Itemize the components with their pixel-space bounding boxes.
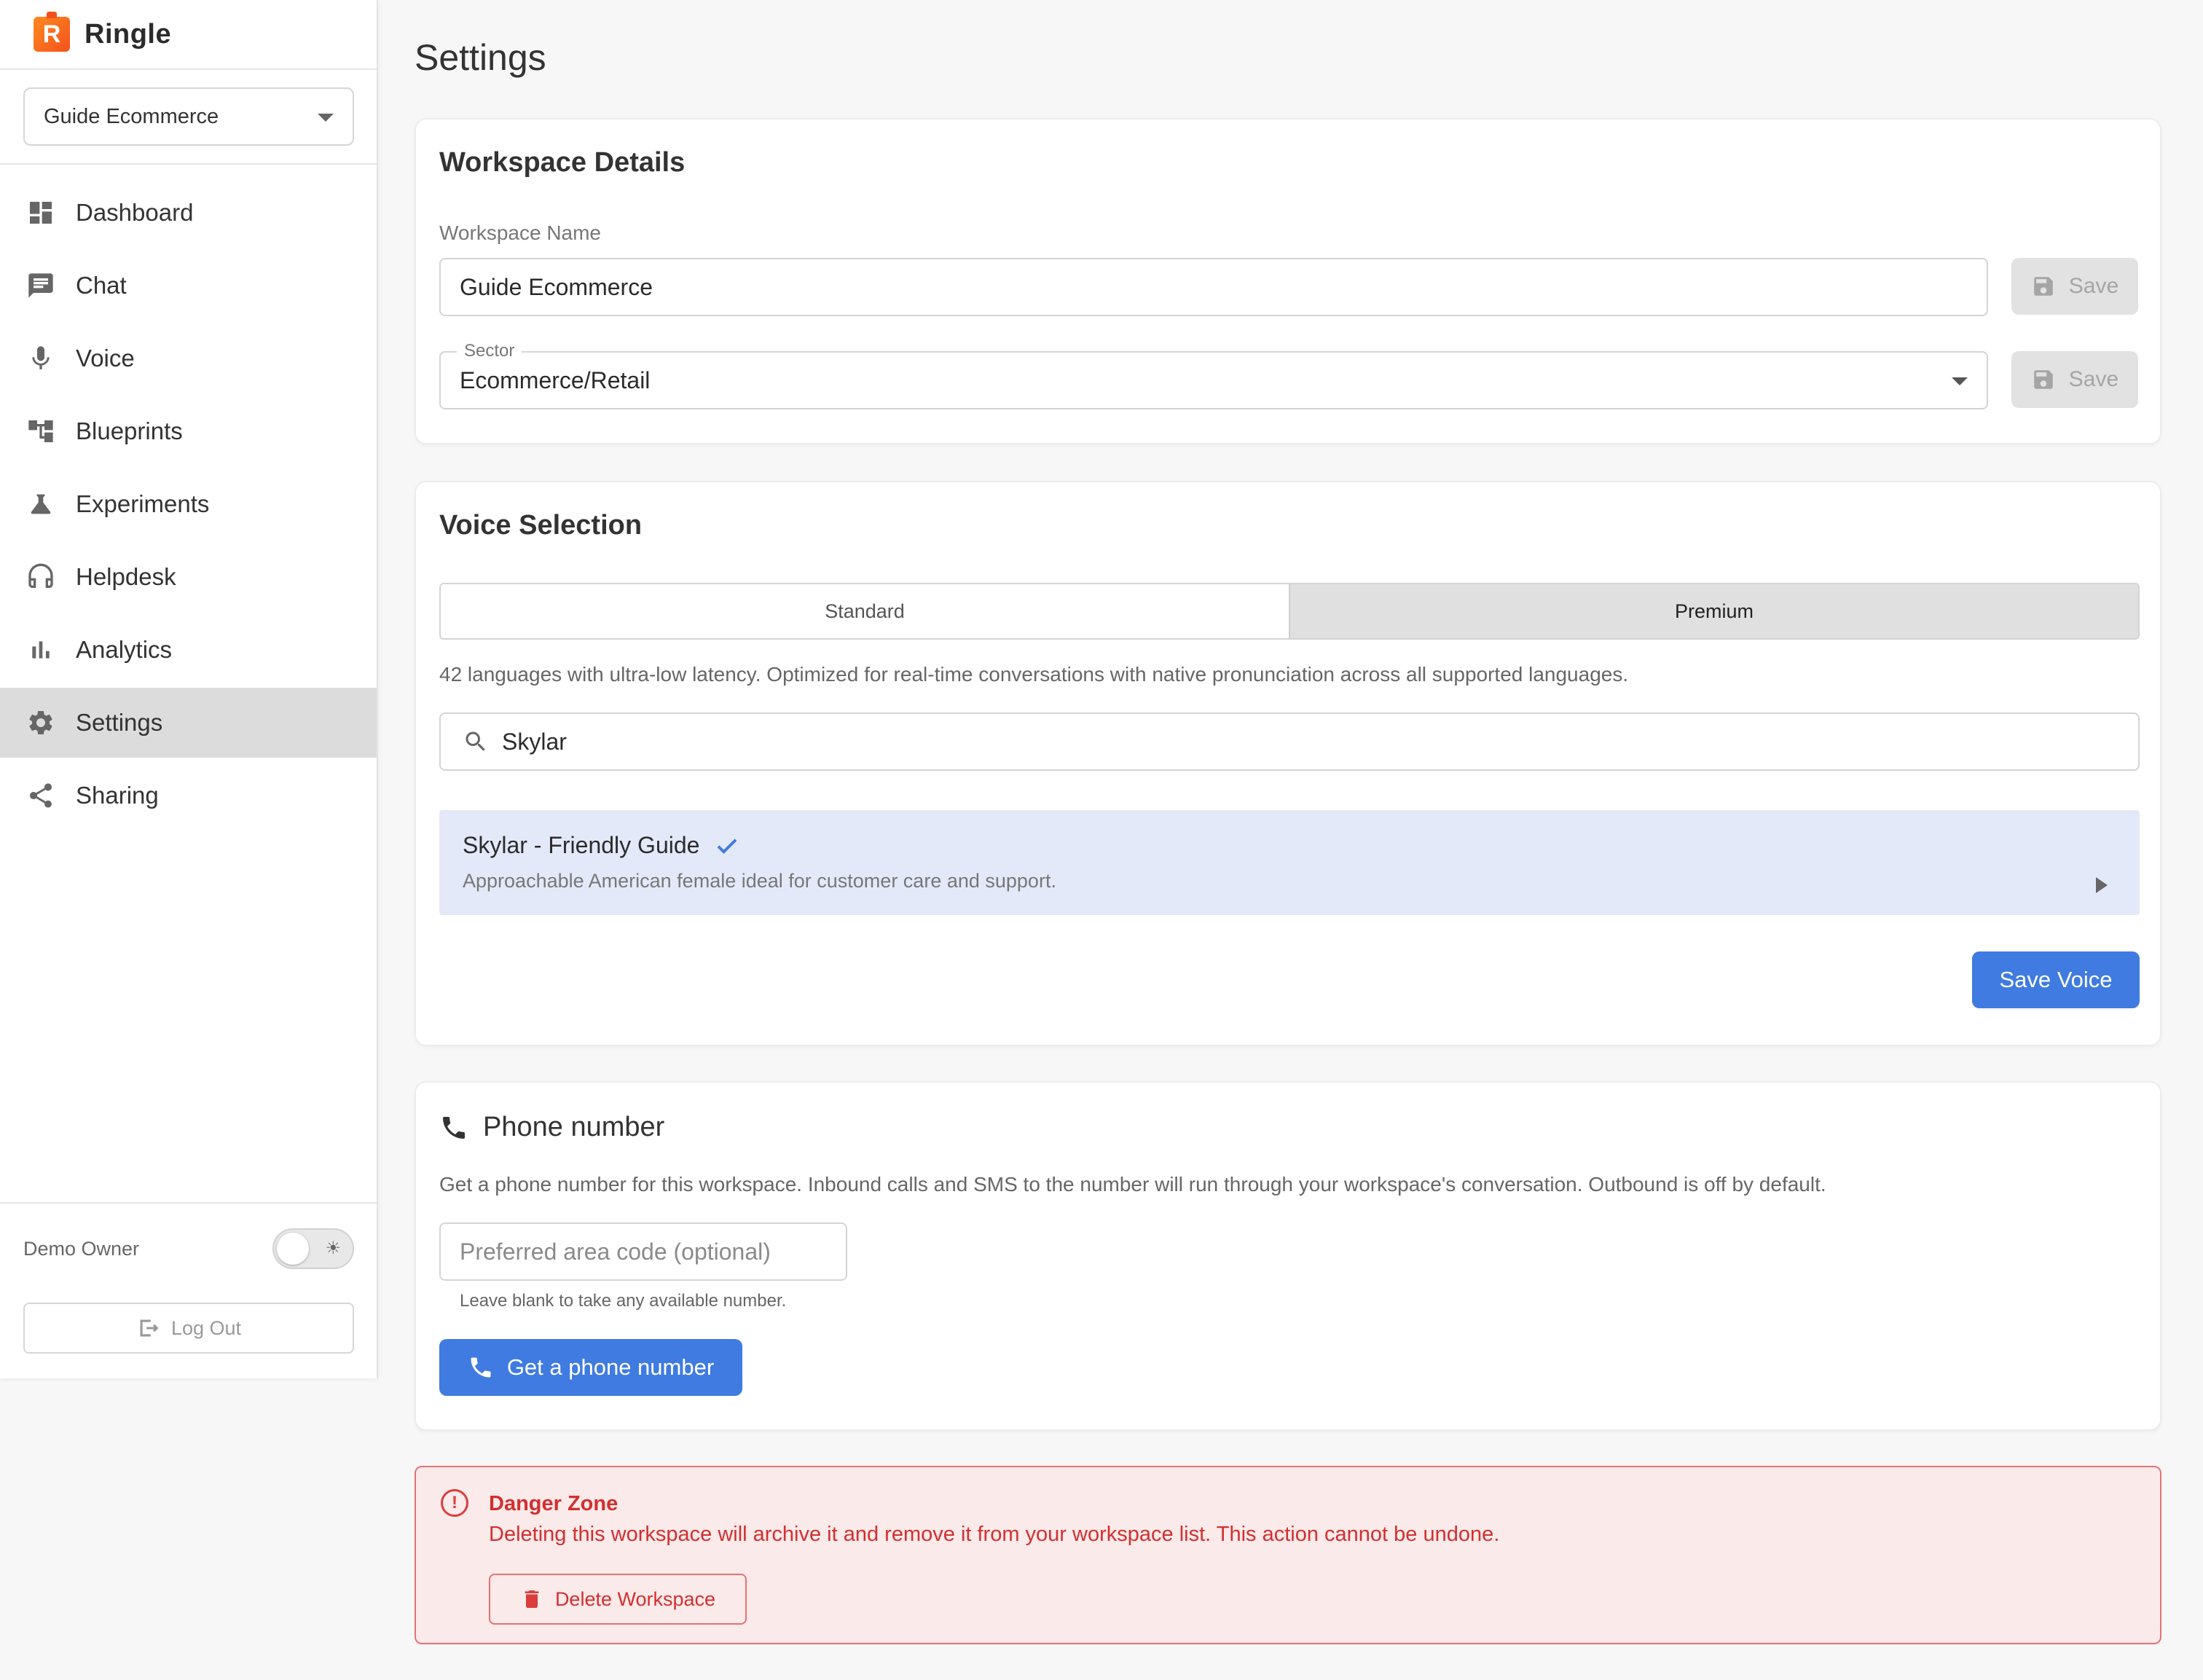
sidebar-item-label: Settings xyxy=(76,709,163,736)
voice-option-name: Skylar - Friendly Guide xyxy=(463,832,700,858)
danger-zone-text: Deleting this workspace will archive it … xyxy=(489,1523,1500,1546)
sidebar-item-settings[interactable]: Settings xyxy=(0,688,377,758)
headset-icon xyxy=(26,562,55,592)
tab-standard[interactable]: Standard xyxy=(441,584,1289,638)
sidebar-item-label: Sharing xyxy=(76,782,159,809)
phone-icon xyxy=(443,1116,465,1139)
sidebar-item-label: Experiments xyxy=(76,490,210,517)
user-row: Demo Owner ☀ xyxy=(23,1228,354,1269)
voice-selection-card: Voice Selection Standard Premium 42 lang… xyxy=(415,481,2161,1046)
save-label: Save xyxy=(2068,367,2119,391)
dashboard-icon xyxy=(26,198,55,227)
delete-workspace-button[interactable]: Delete Workspace xyxy=(489,1574,747,1625)
theme-toggle[interactable]: ☀ xyxy=(272,1228,354,1269)
phone-icon xyxy=(471,1357,491,1378)
save-sector-button[interactable]: Save xyxy=(2011,351,2138,408)
trash-icon xyxy=(525,1590,539,1608)
sidebar: R Ringle Guide Ecommerce Dashboard Chat xyxy=(0,0,378,1378)
workspace-selector-value: Guide Ecommerce xyxy=(44,104,219,128)
brand-logo: R xyxy=(34,12,70,52)
workspace-name-label: Workspace Name xyxy=(439,221,602,244)
voice-option-description: Approachable American female ideal for c… xyxy=(463,870,1056,892)
sidebar-item-label: Analytics xyxy=(76,636,173,663)
area-code-helper: Leave blank to take any available number… xyxy=(460,1291,787,1311)
phone-number-title: Phone number xyxy=(483,1112,665,1142)
voice-tier-description: 42 languages with ultra-low latency. Opt… xyxy=(439,663,1629,686)
brand[interactable]: R Ringle xyxy=(34,12,172,55)
phone-number-description: Get a phone number for this workspace. I… xyxy=(439,1173,1826,1196)
tab-premium[interactable]: Premium xyxy=(1289,584,2138,638)
danger-zone-title: Danger Zone xyxy=(489,1492,619,1515)
workspace-selector[interactable]: Guide Ecommerce xyxy=(23,87,354,146)
get-phone-number-button[interactable]: Get a phone number xyxy=(439,1339,742,1396)
area-code-placeholder: Preferred area code (optional) xyxy=(460,1238,771,1265)
voice-option-name-row: Skylar - Friendly Guide xyxy=(463,832,740,859)
sidebar-item-blueprints[interactable]: Blueprints xyxy=(0,396,377,466)
sidebar-item-label: Helpdesk xyxy=(76,563,176,590)
toggle-knob xyxy=(277,1233,309,1265)
brand-name: Ringle xyxy=(85,18,172,50)
get-phone-number-label: Get a phone number xyxy=(506,1354,715,1380)
app-root: R Ringle Guide Ecommerce Dashboard Chat xyxy=(0,0,2203,1680)
gear-icon xyxy=(26,708,55,737)
bar-chart-icon xyxy=(26,635,55,664)
voice-search-value: Skylar xyxy=(502,728,567,755)
chevron-down-icon xyxy=(1952,377,1968,385)
save-icon xyxy=(2034,370,2053,389)
chevron-down-icon xyxy=(318,114,334,122)
sector-select[interactable]: Sector Ecommerce/Retail xyxy=(439,341,1988,409)
logout-icon xyxy=(140,1319,159,1337)
sidebar-divider xyxy=(0,1202,377,1204)
sidebar-divider xyxy=(0,68,377,70)
phone-number-title-row: Phone number xyxy=(439,1112,664,1143)
voice-tier-toggle: Standard Premium xyxy=(439,583,2140,640)
page-title: Settings xyxy=(415,37,546,78)
share-icon xyxy=(26,781,55,810)
save-workspace-name-button[interactable]: Save xyxy=(2011,258,2138,315)
sidebar-item-dashboard[interactable]: Dashboard xyxy=(0,178,377,248)
sector-label: Sector xyxy=(457,341,522,361)
delete-workspace-label: Delete Workspace xyxy=(554,1587,716,1610)
workspace-details-title: Workspace Details xyxy=(439,147,686,178)
save-icon xyxy=(2034,277,2053,296)
chat-icon xyxy=(26,271,55,300)
sidebar-item-label: Dashboard xyxy=(76,199,194,226)
sidebar-divider xyxy=(0,163,377,165)
sun-icon: ☀ xyxy=(325,1239,341,1258)
save-voice-label: Save Voice xyxy=(1999,967,2113,992)
sidebar-item-analytics[interactable]: Analytics xyxy=(0,615,377,685)
voice-selection-title: Voice Selection xyxy=(439,510,643,541)
blueprint-icon xyxy=(26,417,55,446)
sidebar-item-voice[interactable]: Voice xyxy=(0,323,377,393)
save-label: Save xyxy=(2068,274,2119,298)
workspace-name-input[interactable]: Guide Ecommerce xyxy=(439,258,1988,316)
sidebar-item-sharing[interactable]: Sharing xyxy=(0,761,377,831)
logout-button[interactable]: Log Out xyxy=(23,1303,354,1354)
danger-zone: ! Danger Zone Deleting this workspace wi… xyxy=(415,1466,2161,1644)
phone-number-card: Phone number Get a phone number for this… xyxy=(415,1081,2161,1431)
area-code-input[interactable]: Preferred area code (optional) xyxy=(439,1222,847,1281)
mic-icon xyxy=(26,344,55,373)
voice-search-input[interactable]: Skylar xyxy=(439,713,2140,771)
sidebar-item-chat[interactable]: Chat xyxy=(0,251,377,321)
user-name: Demo Owner xyxy=(23,1237,140,1260)
logout-label: Log Out xyxy=(170,1316,242,1339)
sidebar-item-label: Blueprints xyxy=(76,417,183,444)
save-voice-button[interactable]: Save Voice xyxy=(1972,951,2140,1008)
voice-option-selected[interactable]: Skylar - Friendly Guide Approachable Ame… xyxy=(439,810,2140,915)
check-icon xyxy=(718,838,737,854)
sector-value: Ecommerce/Retail xyxy=(460,366,651,393)
workspace-name-value: Guide Ecommerce xyxy=(460,273,653,300)
sidebar-item-helpdesk[interactable]: Helpdesk xyxy=(0,542,377,612)
sidebar-item-label: Chat xyxy=(76,272,127,299)
play-icon[interactable] xyxy=(2096,877,2108,893)
flask-icon xyxy=(26,490,55,519)
alert-icon: ! xyxy=(441,1489,468,1517)
workspace-details-card: Workspace Details Workspace Name Guide E… xyxy=(415,118,2161,444)
sidebar-item-experiments[interactable]: Experiments xyxy=(0,469,377,539)
search-icon xyxy=(466,731,485,751)
sidebar-nav: Dashboard Chat Voice Blueprints Experime… xyxy=(0,178,377,833)
sidebar-item-label: Voice xyxy=(76,345,135,372)
